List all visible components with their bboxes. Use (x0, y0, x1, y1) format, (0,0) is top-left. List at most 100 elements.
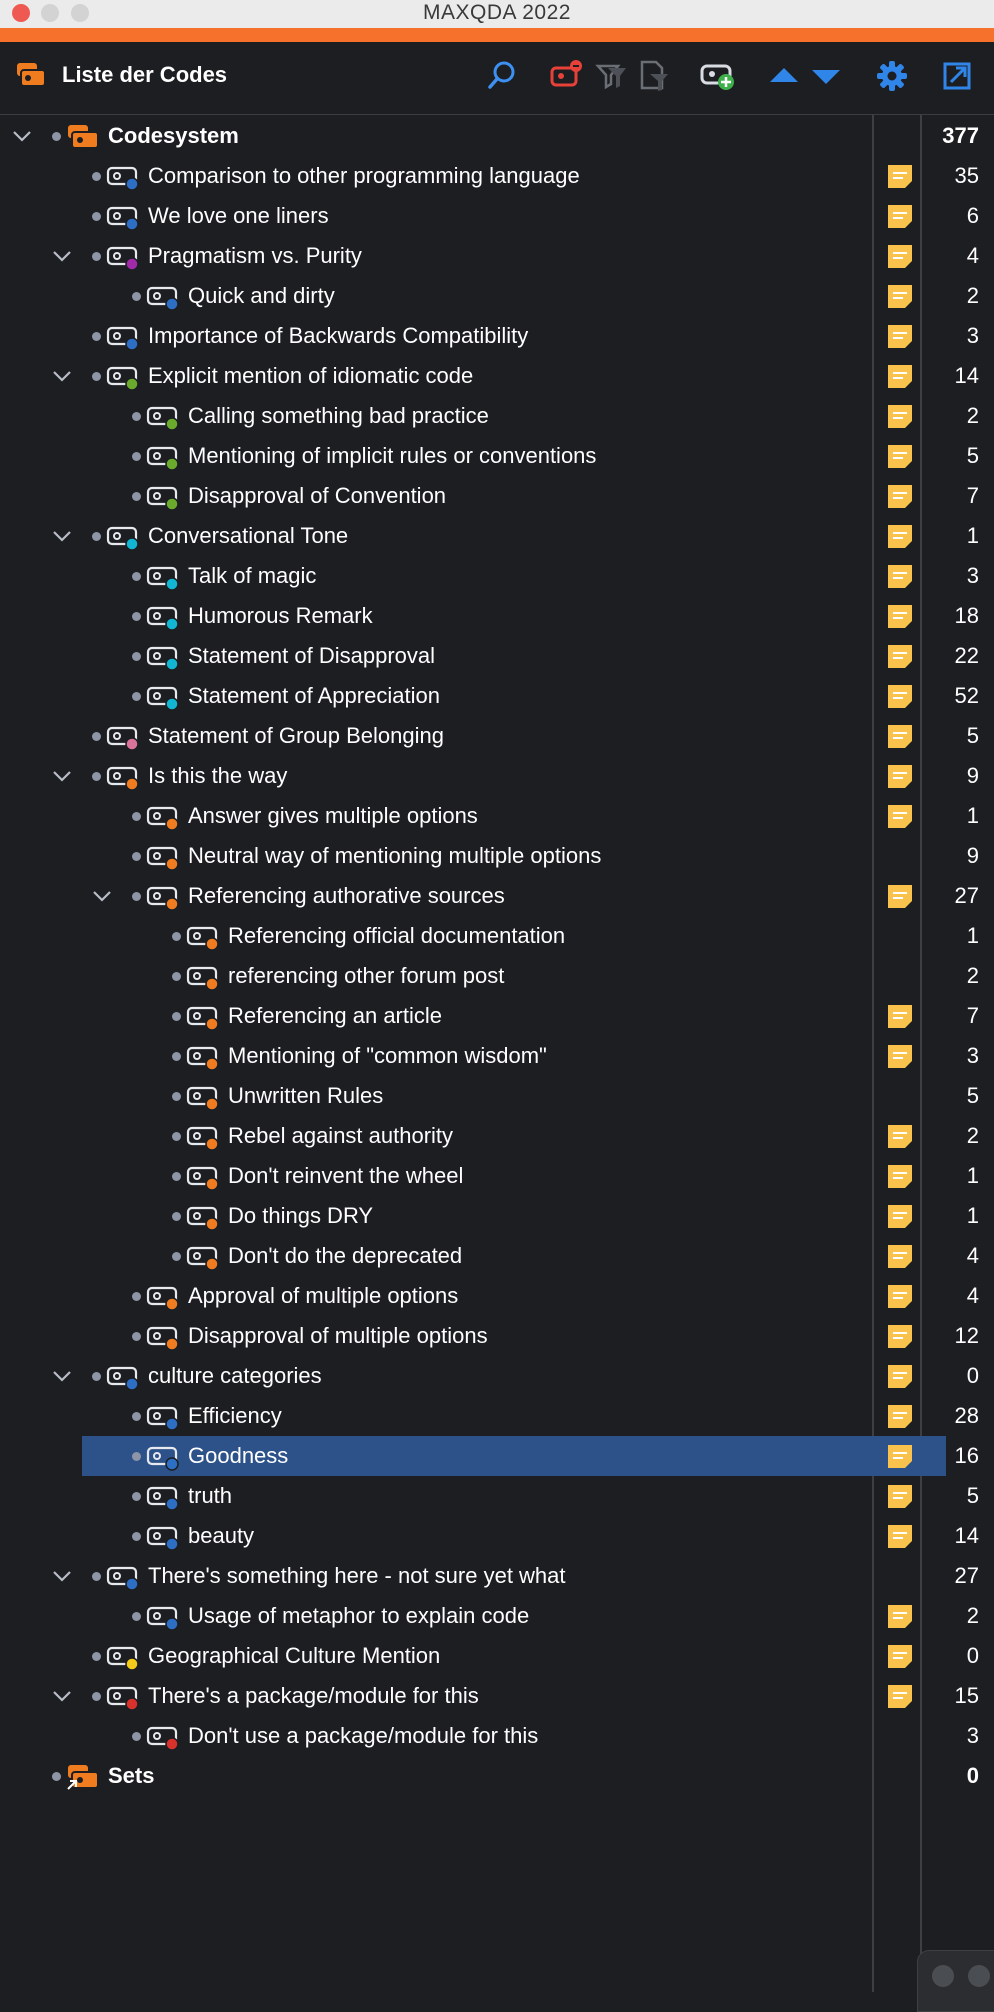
code-row[interactable]: We love one liners 6 (0, 196, 994, 236)
code-row[interactable]: Don't use a package/module for this 3 (0, 1716, 994, 1756)
activation-dot[interactable] (132, 852, 141, 861)
memo-icon[interactable] (886, 1243, 914, 1269)
activation-dot[interactable] (132, 452, 141, 461)
memo-icon[interactable] (886, 1043, 914, 1069)
chevron-down-icon[interactable] (52, 526, 72, 546)
code-row[interactable]: culture categories 0 (0, 1356, 994, 1396)
memo-icon[interactable] (886, 683, 914, 709)
activation-dot[interactable] (172, 1012, 181, 1021)
activation-dot[interactable] (92, 1572, 101, 1581)
memo-icon[interactable] (886, 803, 914, 829)
activation-dot[interactable] (132, 692, 141, 701)
memo-icon[interactable] (886, 723, 914, 749)
code-row[interactable]: Efficiency 28 (0, 1396, 994, 1436)
activation-dot[interactable] (132, 612, 141, 621)
memo-icon[interactable] (886, 483, 914, 509)
chevron-down-icon[interactable] (52, 246, 72, 266)
gear-icon[interactable] (874, 58, 910, 94)
memo-icon[interactable] (886, 163, 914, 189)
activation-dot[interactable] (172, 1132, 181, 1141)
code-row[interactable]: Mentioning of implicit rules or conventi… (0, 436, 994, 476)
chevron-down-icon[interactable] (12, 126, 32, 146)
activation-dot[interactable] (132, 1332, 141, 1341)
code-row[interactable]: Usage of metaphor to explain code 2 (0, 1596, 994, 1636)
code-row[interactable]: Calling something bad practice 2 (0, 396, 994, 436)
memo-icon[interactable] (886, 1163, 914, 1189)
activation-dot[interactable] (132, 812, 141, 821)
code-row[interactable]: Pragmatism vs. Purity 4 (0, 236, 994, 276)
codesystem-row[interactable]: Codesystem 377 (0, 116, 994, 156)
code-row[interactable]: Explicit mention of idiomatic code 14 (0, 356, 994, 396)
activation-dot[interactable] (172, 932, 181, 941)
code-row[interactable]: Referencing an article 7 (0, 996, 994, 1036)
code-row[interactable]: Statement of Disapproval 22 (0, 636, 994, 676)
activation-dot[interactable] (92, 532, 101, 541)
memo-icon[interactable] (886, 563, 914, 589)
activation-dot[interactable] (92, 1692, 101, 1701)
code-activate-icon[interactable] (549, 58, 585, 94)
memo-icon[interactable] (886, 283, 914, 309)
chevron-down-icon[interactable] (52, 766, 72, 786)
chevron-down-icon[interactable] (52, 1686, 72, 1706)
memo-icon[interactable] (886, 1123, 914, 1149)
activation-dot[interactable] (172, 1172, 181, 1181)
activation-dot[interactable] (132, 572, 141, 581)
memo-icon[interactable] (886, 1643, 914, 1669)
memo-icon[interactable] (886, 1323, 914, 1349)
memo-icon[interactable] (886, 523, 914, 549)
activation-dot[interactable] (132, 1732, 141, 1741)
code-row[interactable]: beauty 14 (0, 1516, 994, 1556)
memo-icon[interactable] (886, 1403, 914, 1429)
activation-dot[interactable] (52, 132, 61, 141)
activation-dot[interactable] (132, 1532, 141, 1541)
activation-dot[interactable] (132, 1492, 141, 1501)
memo-icon[interactable] (886, 1443, 914, 1469)
activation-dot[interactable] (92, 332, 101, 341)
filter-icon[interactable] (594, 58, 630, 94)
code-row[interactable]: Neutral way of mentioning multiple optio… (0, 836, 994, 876)
code-row[interactable]: Goodness 16 (0, 1436, 994, 1476)
activation-dot[interactable] (172, 972, 181, 981)
memo-icon[interactable] (886, 1523, 914, 1549)
code-row[interactable]: Approval of multiple options 4 (0, 1276, 994, 1316)
activation-dot[interactable] (92, 772, 101, 781)
code-row[interactable]: Statement of Group Belonging 5 (0, 716, 994, 756)
chevron-down-icon[interactable] (52, 366, 72, 386)
activation-dot[interactable] (132, 412, 141, 421)
add-code-icon[interactable] (700, 58, 736, 94)
memo-icon[interactable] (886, 1683, 914, 1709)
filter-doc-icon[interactable] (636, 58, 672, 94)
memo-icon[interactable] (886, 1203, 914, 1229)
memo-icon[interactable] (886, 643, 914, 669)
undock-window-icon[interactable] (939, 58, 975, 94)
code-row[interactable]: Answer gives multiple options 1 (0, 796, 994, 836)
code-row[interactable]: There's a package/module for this 15 (0, 1676, 994, 1716)
memo-icon[interactable] (886, 363, 914, 389)
code-row[interactable]: Referencing authorative sources 27 (0, 876, 994, 916)
memo-icon[interactable] (886, 323, 914, 349)
code-row[interactable]: Geographical Culture Mention 0 (0, 1636, 994, 1676)
activation-dot[interactable] (92, 172, 101, 181)
code-row[interactable]: Quick and dirty 2 (0, 276, 994, 316)
code-row[interactable]: Importance of Backwards Compatibility 3 (0, 316, 994, 356)
code-row[interactable]: Don't do the deprecated 4 (0, 1236, 994, 1276)
code-row[interactable]: Is this the way 9 (0, 756, 994, 796)
activation-dot[interactable] (52, 1772, 61, 1781)
chevron-down-icon[interactable] (92, 886, 112, 906)
memo-icon[interactable] (886, 243, 914, 269)
code-row[interactable]: Humorous Remark 18 (0, 596, 994, 636)
activation-dot[interactable] (132, 492, 141, 501)
memo-icon[interactable] (886, 1003, 914, 1029)
activation-dot[interactable] (92, 372, 101, 381)
memo-icon[interactable] (886, 603, 914, 629)
activation-dot[interactable] (172, 1052, 181, 1061)
activation-dot[interactable] (132, 292, 141, 301)
code-row[interactable]: Mentioning of "common wisdom" 3 (0, 1036, 994, 1076)
code-row[interactable]: Unwritten Rules 5 (0, 1076, 994, 1116)
triangle-up-icon[interactable] (766, 58, 802, 94)
memo-icon[interactable] (886, 763, 914, 789)
memo-icon[interactable] (886, 203, 914, 229)
code-row[interactable]: Don't reinvent the wheel 1 (0, 1156, 994, 1196)
triangle-down-icon[interactable] (808, 58, 844, 94)
memo-icon[interactable] (886, 1363, 914, 1389)
